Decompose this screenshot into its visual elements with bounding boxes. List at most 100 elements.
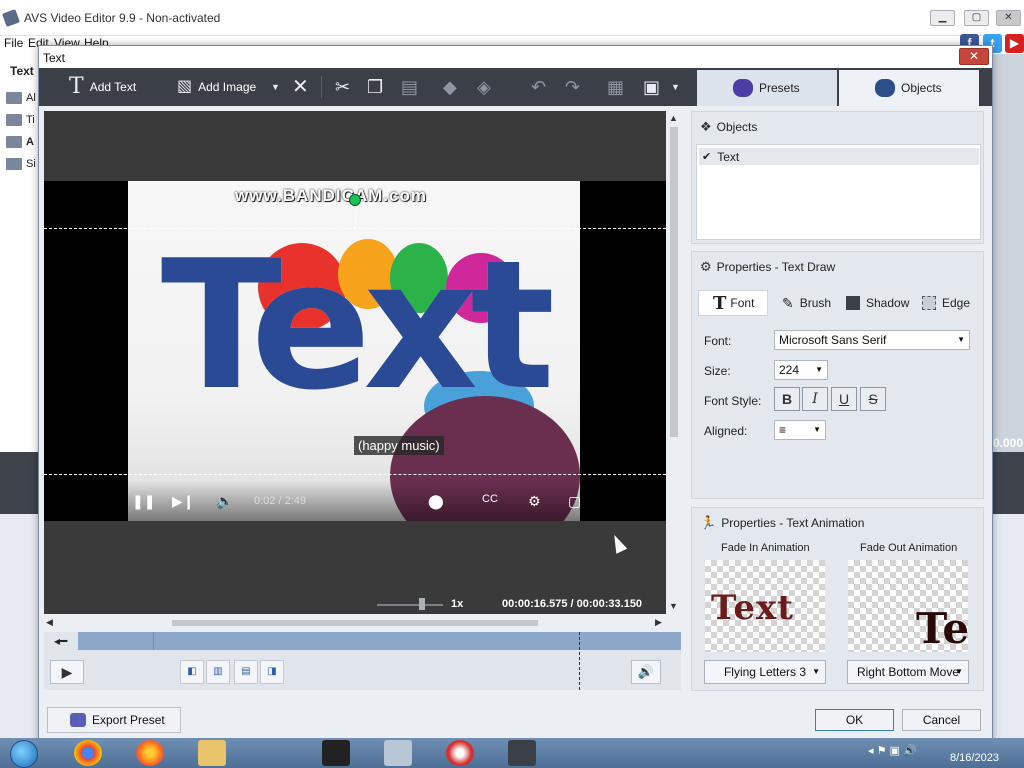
timeline-tool-icon[interactable]: ▤ — [234, 660, 258, 684]
preview-vertical-scrollbar[interactable]: ▲ ▼ — [667, 111, 681, 614]
video-editor-icon[interactable] — [508, 740, 536, 766]
cut-icon[interactable]: ✂ — [335, 74, 350, 100]
sound-button[interactable]: 🔊 — [631, 660, 661, 684]
taskbar-app-icon[interactable] — [322, 740, 350, 766]
copy-icon[interactable]: ❐ — [367, 74, 383, 100]
rotation-handle[interactable] — [349, 194, 361, 206]
zoom-slider[interactable] — [377, 604, 443, 606]
app-time-readout: 0.000 — [993, 436, 1024, 450]
tab-edge[interactable]: Edge — [922, 290, 982, 316]
vertical-scroll-thumb[interactable] — [670, 127, 678, 437]
youtube-icon[interactable]: ▶ — [1005, 34, 1024, 53]
scroll-down-icon[interactable]: ▼ — [669, 601, 678, 611]
safe-area-icon[interactable]: ▣ — [643, 74, 660, 100]
aligned-label: Aligned: — [704, 424, 748, 438]
horizontal-scroll-thumb[interactable] — [172, 620, 538, 626]
timeline-playhead[interactable] — [579, 632, 580, 690]
start-button[interactable] — [10, 740, 38, 768]
toolbar-separator — [321, 76, 322, 98]
add-text-button[interactable]: T Add Text — [69, 74, 136, 100]
calculator-icon[interactable] — [384, 740, 412, 766]
timeline-tool-icon[interactable]: ◧ — [180, 660, 204, 684]
tab-shadow[interactable]: Shadow — [846, 290, 916, 316]
cancel-button[interactable]: Cancel — [902, 709, 981, 731]
text-object[interactable]: Text — [128, 237, 580, 415]
fade-in-select[interactable]: Flying Letters 3 ▼ — [704, 660, 826, 684]
tab-presets[interactable]: Presets — [697, 70, 837, 106]
left-pane-item[interactable]: A — [26, 136, 34, 148]
clock-date[interactable]: 8/16/2023 — [950, 752, 999, 764]
paste-icon[interactable]: ▤ — [401, 74, 418, 100]
tab-objects[interactable]: Objects — [839, 70, 979, 106]
size-select[interactable]: 224 ▼ — [774, 360, 828, 380]
grid-icon[interactable]: ▦ — [607, 74, 624, 100]
chrome-icon[interactable] — [74, 740, 102, 766]
running-figure-icon: 🏃 — [700, 515, 717, 530]
underline-button[interactable]: U — [831, 387, 857, 411]
delete-icon[interactable]: ✕ — [292, 74, 309, 100]
scroll-up-icon[interactable]: ▲ — [669, 113, 678, 123]
timeline-track[interactable] — [78, 632, 681, 650]
bold-button[interactable]: B — [774, 387, 800, 411]
play-button[interactable]: ▶ — [50, 660, 84, 684]
size-label: Size: — [704, 364, 731, 378]
dialog-close-button[interactable]: ✕ — [959, 48, 989, 65]
video-caption: (happy music) — [354, 436, 444, 455]
taskbar-app-icon[interactable] — [446, 740, 474, 766]
presets-icon — [733, 79, 753, 97]
video-canvas[interactable]: www.BANDICAM.com Text (happy music) ❚❚ ▶… — [44, 181, 666, 521]
timeline-tool-icon[interactable]: ▥ — [206, 660, 230, 684]
left-pane-item[interactable]: Ti — [26, 114, 35, 126]
bandicam-watermark: www.BANDICAM.com — [235, 186, 427, 205]
redo-icon[interactable]: ↷ — [565, 74, 580, 100]
scroll-right-icon[interactable]: ▶ — [655, 617, 662, 628]
file-explorer-icon[interactable] — [198, 740, 226, 766]
send-backward-icon[interactable]: ◈ — [477, 74, 491, 100]
minimize-button[interactable]: ▁ — [930, 10, 955, 26]
object-label: Text — [717, 149, 740, 164]
zoom-slider-thumb[interactable] — [419, 598, 425, 610]
aligned-select[interactable]: ≡ ▼ — [774, 420, 826, 440]
text-draw-properties-panel: ⚙ Properties - Text Draw T Font ✎ Brush … — [691, 251, 984, 499]
checkmark-icon[interactable]: ✔ — [702, 150, 711, 163]
safe-area-dropdown-icon[interactable]: ▼ — [671, 74, 680, 100]
objects-icon: ❖ — [700, 119, 712, 134]
font-label: Font: — [704, 334, 732, 348]
bring-forward-icon[interactable]: ◆ — [443, 74, 457, 100]
left-pane-item[interactable]: Si — [26, 158, 36, 170]
add-image-button[interactable]: ▧ Add Image — [177, 74, 256, 100]
track-volume-icon[interactable]: ◂━ — [54, 634, 67, 648]
maximize-button[interactable]: ▢ — [964, 10, 989, 26]
dialog-toolbar: T Add Text ▧ Add Image ▼ ✕ ✂ ❐ ▤ ◆ ◈ ↶ ↷… — [39, 68, 695, 106]
font-select[interactable]: Microsoft Sans Serif ▼ — [774, 330, 970, 350]
strikethrough-button[interactable]: S — [860, 387, 886, 411]
tab-font[interactable]: T Font — [698, 290, 768, 316]
undo-icon[interactable]: ↶ — [531, 74, 546, 100]
chevron-down-icon: ▼ — [813, 425, 821, 434]
preview-area[interactable]: www.BANDICAM.com Text (happy music) ❚❚ ▶… — [44, 111, 666, 614]
tab-brush[interactable]: ✎ Brush — [782, 290, 842, 316]
menu-file[interactable]: File — [4, 36, 23, 50]
panel-tabstrip: Presets Objects — [695, 68, 992, 106]
ok-button[interactable]: OK — [815, 709, 894, 731]
next-icon: ▶❙ — [172, 493, 195, 509]
fade-out-value: Right Bottom Move — [856, 665, 960, 679]
mouse-cursor-icon — [608, 532, 628, 554]
italic-button[interactable]: I — [802, 387, 828, 411]
app-preview-strip-right: 0.000 — [992, 436, 1024, 514]
firefox-icon[interactable] — [136, 740, 164, 766]
font-icon: T — [713, 292, 727, 314]
export-preset-button[interactable]: Export Preset — [47, 707, 181, 733]
scroll-left-icon[interactable]: ◀ — [46, 617, 53, 628]
app-close-button[interactable]: ✕ — [996, 10, 1021, 26]
fade-out-select[interactable]: Right Bottom Move ▼ — [847, 660, 969, 684]
add-image-dropdown-icon[interactable]: ▼ — [271, 74, 280, 100]
system-tray-icons[interactable]: ◂ ⚑ ▣ 🔊 — [868, 744, 917, 757]
align-icon: ≡ — [779, 423, 787, 437]
timeline-tool-icon[interactable]: ◨ — [260, 660, 284, 684]
app-titlebar: AVS Video Editor 9.9 - Non-activated ▁ ▢… — [0, 0, 1024, 36]
list-item[interactable]: ✔ Text — [699, 148, 979, 165]
preview-horizontal-scrollbar[interactable]: ◀ ▶ — [44, 617, 666, 629]
youtube-time: 0:02 / 2:49 — [254, 495, 306, 507]
left-pane-item[interactable]: Al — [26, 92, 36, 104]
